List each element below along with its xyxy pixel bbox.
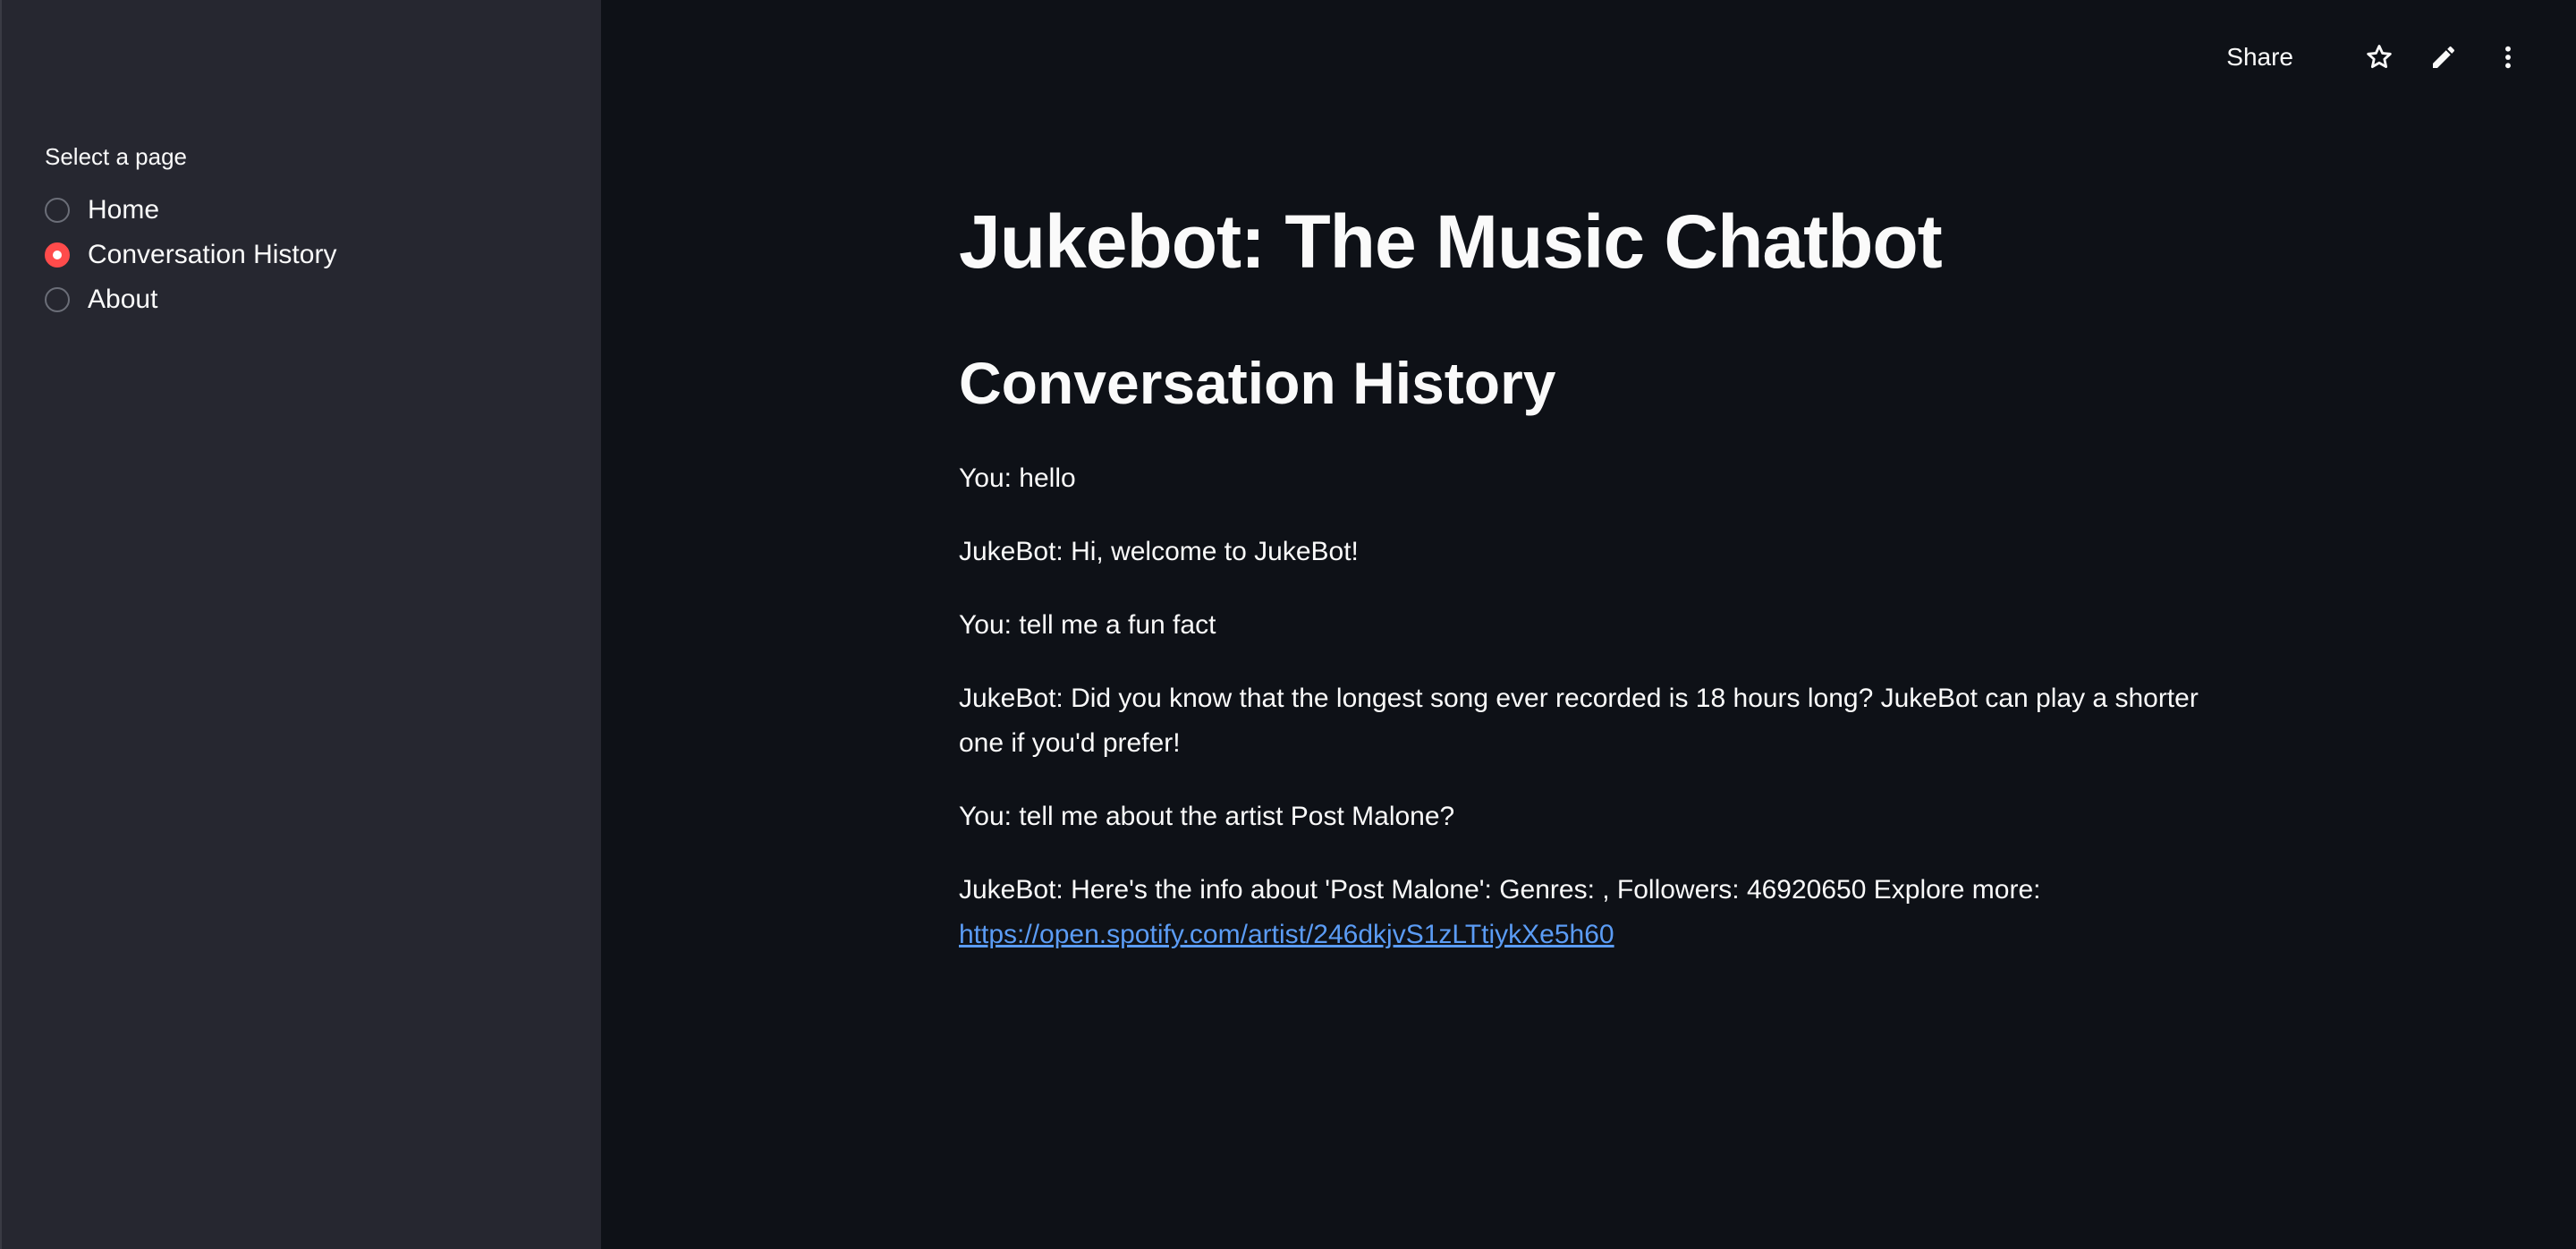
radio-option-home[interactable]: Home bbox=[45, 188, 336, 233]
star-icon[interactable] bbox=[2361, 39, 2397, 75]
section-heading: Conversation History bbox=[959, 350, 1556, 416]
radio-button-home[interactable] bbox=[45, 198, 70, 223]
message-user-3: You: tell me about the artist Post Malon… bbox=[959, 794, 2202, 839]
conversation-list: You: hello JukeBot: Hi, welcome to JukeB… bbox=[959, 456, 2202, 986]
message-bot-3: JukeBot: Here's the info about 'Post Mal… bbox=[959, 868, 2202, 957]
more-vertical-icon[interactable] bbox=[2490, 39, 2526, 75]
message-bot-2: JukeBot: Did you know that the longest s… bbox=[959, 676, 2202, 766]
radio-label-home: Home bbox=[88, 195, 160, 225]
radio-label-conversation-history: Conversation History bbox=[88, 240, 337, 269]
radio-option-about[interactable]: About bbox=[45, 277, 336, 322]
sidebar: Select a page Home Conversation History … bbox=[0, 0, 601, 1249]
spotify-artist-link[interactable]: https://open.spotify.com/artist/246dkjvS… bbox=[959, 920, 1614, 949]
radio-option-conversation-history[interactable]: Conversation History bbox=[45, 233, 336, 277]
app-window: Select a page Home Conversation History … bbox=[0, 0, 2576, 1249]
message-text: You: tell me about the artist Post Malon… bbox=[959, 802, 1455, 831]
radio-button-conversation-history[interactable] bbox=[45, 242, 70, 268]
message-text: You: tell me a fun fact bbox=[959, 610, 1216, 640]
top-toolbar: Share bbox=[2226, 36, 2526, 79]
page-title: Jukebot: The Music Chatbot bbox=[959, 200, 1943, 284]
message-user-2: You: tell me a fun fact bbox=[959, 603, 2202, 648]
radio-label-about: About bbox=[88, 285, 158, 314]
message-bot-1: JukeBot: Hi, welcome to JukeBot! bbox=[959, 530, 2202, 574]
edit-pencil-icon[interactable] bbox=[2426, 39, 2462, 75]
share-button[interactable]: Share bbox=[2226, 43, 2293, 72]
message-text: JukeBot: Here's the info about 'Post Mal… bbox=[959, 875, 2041, 905]
message-text: JukeBot: Did you know that the longest s… bbox=[959, 684, 2199, 758]
page-radio-group: Home Conversation History About bbox=[45, 188, 336, 322]
message-text: JukeBot: Hi, welcome to JukeBot! bbox=[959, 537, 1359, 566]
message-user-1: You: hello bbox=[959, 456, 2202, 501]
message-text: You: hello bbox=[959, 463, 1076, 493]
page-select-label: Select a page bbox=[45, 143, 188, 170]
radio-button-about[interactable] bbox=[45, 287, 70, 312]
